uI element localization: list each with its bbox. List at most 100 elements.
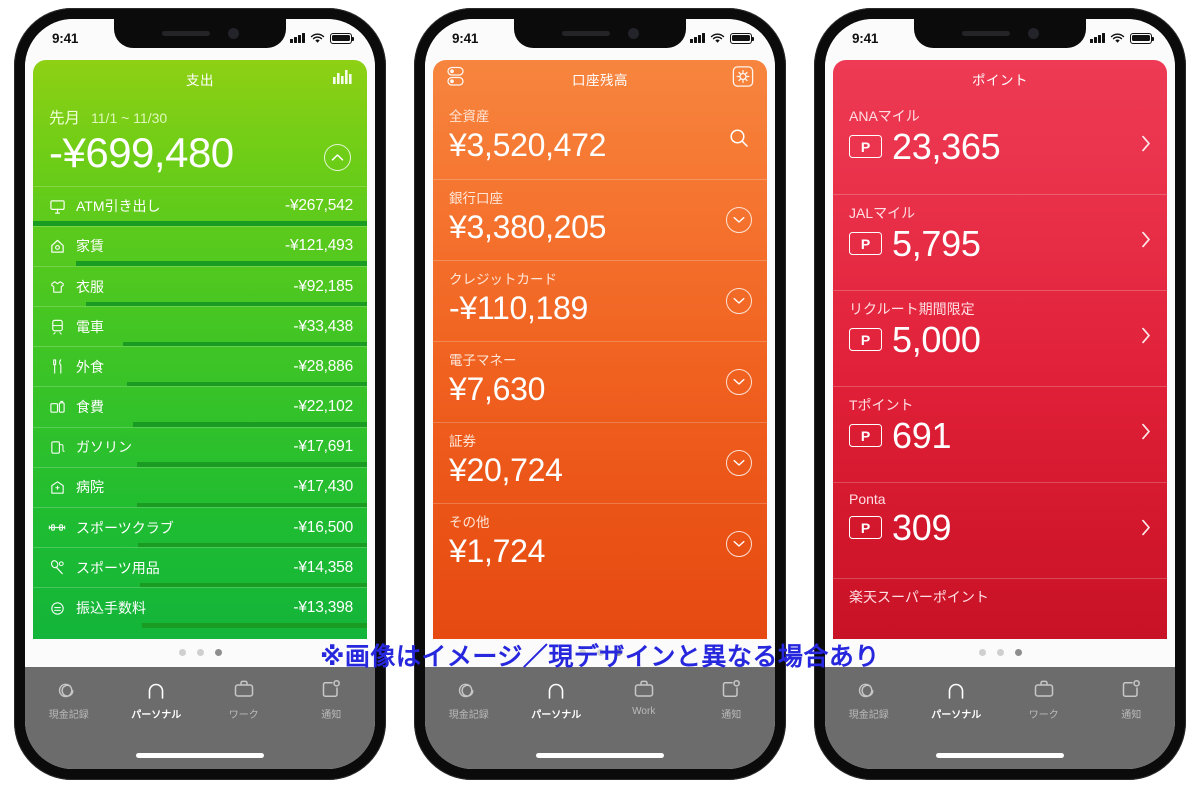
category-amount: -¥33,438 [293, 317, 353, 335]
list-item[interactable]: 全資産 ¥3,520,472 [433, 98, 767, 179]
expense-summary: 先月 11/1 ~ 11/30 -¥699,480 [33, 98, 367, 186]
account-amount: ¥20,724 [449, 451, 563, 488]
page-dot[interactable] [596, 649, 604, 656]
home-indicator[interactable] [136, 753, 264, 758]
search-icon[interactable] [726, 125, 752, 151]
tab-personal[interactable]: パーソナル [913, 676, 1001, 721]
list-item[interactable]: 証券 ¥20,724 [433, 421, 767, 503]
chevron-right-icon[interactable] [1141, 135, 1151, 157]
tab-bar[interactable]: 現金記録 パーソナル Work 通知 [425, 666, 776, 743]
list-item[interactable]: 電子マネー ¥7,630 [433, 340, 767, 422]
list-item[interactable]: クレジットカード -¥110,189 [433, 259, 767, 341]
chevron-down-icon [733, 297, 745, 304]
point-value: 5,000 [892, 318, 981, 360]
category-name: ガソリン [76, 439, 132, 456]
page-dot[interactable] [578, 649, 586, 656]
expense-card-header: 支出 [33, 60, 367, 98]
person-icon [545, 676, 567, 702]
tab-notifications[interactable]: 通知 [688, 676, 776, 721]
category-amount: -¥267,542 [284, 197, 353, 215]
tab-personal[interactable]: パーソナル [113, 676, 201, 721]
list-item[interactable]: Tポイント P 691 [833, 385, 1167, 482]
home-indicator[interactable] [936, 753, 1064, 758]
page-indicator[interactable] [425, 638, 775, 667]
tab-bar[interactable]: 現金記録 パーソナル ワーク 通知 [825, 666, 1176, 743]
earpiece-speaker [961, 30, 1010, 36]
chevron-right-icon[interactable] [1141, 327, 1151, 349]
tab-cash-record[interactable]: 現金記録 [825, 676, 913, 721]
list-item[interactable]: ANAマイル P 23,365 [833, 98, 1167, 194]
category-amount: -¥17,691 [293, 438, 353, 456]
list-item[interactable]: JALマイル P 5,795 [833, 193, 1167, 290]
tab-label: 通知 [321, 709, 342, 721]
three-phone-showcase: 9:41 支出 先月 11/1 ~ 11/30 -¥699,480 ATM引き出… [0, 0, 1200, 787]
home-indicator[interactable] [536, 753, 664, 758]
chevron-right-icon[interactable] [1141, 519, 1151, 541]
list-item[interactable]: リクルート期間限定 P 5,000 [833, 289, 1167, 386]
table-row[interactable]: 電車 -¥33,438 [33, 306, 367, 347]
page-indicator[interactable] [25, 638, 375, 667]
bar-chart-icon[interactable] [332, 68, 354, 90]
account-amount: ¥7,630 [449, 370, 546, 407]
page-indicator[interactable] [825, 638, 1175, 667]
category-name: ATM引き出し [76, 198, 161, 215]
page-dot-active[interactable] [214, 649, 222, 656]
table-row[interactable]: 外食 -¥28,886 [33, 346, 367, 387]
table-row[interactable]: 食費 -¥22,102 [33, 386, 367, 427]
chevron-right-icon[interactable] [1141, 423, 1151, 445]
table-row[interactable]: ATM引き出し -¥267,542 [33, 185, 367, 226]
balance-account-list[interactable]: 全資産 ¥3,520,472 銀行口座 ¥3,380,205 クレジットカード … [433, 98, 767, 639]
expand-account-button[interactable] [726, 530, 752, 557]
table-row[interactable]: 衣服 -¥92,185 [33, 265, 367, 307]
phone-balance: 9:41 口座残高 全資産 ¥3,520,472 銀行口座 ¥3,380,205… [414, 7, 786, 780]
account-label: 全資産 [449, 108, 490, 124]
phone-expense: 9:41 支出 先月 11/1 ~ 11/30 -¥699,480 ATM引き出… [14, 7, 386, 780]
earpiece-speaker [161, 30, 210, 36]
tab-bar[interactable]: 現金記録 パーソナル ワーク 通知 [25, 666, 376, 743]
point-badge-icon: P [849, 328, 882, 351]
page-dot[interactable] [978, 649, 986, 656]
expand-account-button[interactable] [726, 206, 752, 233]
tab-notifications[interactable]: 通知 [1088, 676, 1176, 721]
settings-gear-icon[interactable] [732, 65, 754, 92]
list-item[interactable]: 銀行口座 ¥3,380,205 [433, 178, 767, 260]
page-dot[interactable] [178, 649, 186, 656]
table-row[interactable]: スポーツ用品 -¥14,358 [33, 547, 367, 588]
category-amount: -¥17,430 [293, 478, 353, 496]
collapse-summary-button[interactable] [324, 143, 351, 171]
tab-cash-record[interactable]: 現金記録 [425, 676, 513, 721]
point-program-label: JALマイル [849, 204, 916, 221]
category-amount: -¥28,886 [293, 357, 353, 375]
table-row[interactable]: スポーツクラブ -¥16,500 [33, 507, 367, 548]
point-badge-icon: P [849, 424, 882, 447]
tab-work[interactable]: Work [600, 676, 688, 717]
table-row[interactable]: ガソリン -¥17,691 [33, 426, 367, 467]
expand-account-button[interactable] [726, 449, 752, 476]
list-item[interactable]: Ponta P 309 [833, 481, 1167, 578]
table-row[interactable]: 振込手数料 -¥13,398 [33, 587, 367, 628]
accounts-toggle-icon[interactable] [446, 65, 466, 92]
tab-work[interactable]: ワーク [1000, 676, 1088, 721]
chevron-right-icon[interactable] [1141, 231, 1151, 253]
expand-account-button[interactable] [726, 368, 752, 395]
expense-category-list[interactable]: ATM引き出し -¥267,542 家賃 -¥121,493 衣服 -¥92,1… [33, 185, 367, 639]
tab-work[interactable]: ワーク [200, 676, 288, 721]
points-card: ポイント ANAマイル P 23,365 JALマイル P 5,795 リクルー… [833, 59, 1167, 639]
list-item[interactable]: 楽天スーパーポイント [833, 577, 1167, 618]
page-dot[interactable] [996, 649, 1004, 656]
table-row[interactable]: 病院 -¥17,430 [33, 466, 367, 508]
page-dot[interactable] [196, 649, 204, 656]
page-dot-active[interactable] [614, 649, 622, 656]
point-badge-icon: P [849, 232, 882, 255]
expand-account-button[interactable] [726, 287, 752, 314]
tab-personal[interactable]: パーソナル [513, 676, 601, 721]
table-row[interactable]: 家賃 -¥121,493 [33, 225, 367, 266]
groceries-icon [46, 399, 68, 416]
tab-notifications[interactable]: 通知 [288, 676, 376, 721]
list-item[interactable]: その他 ¥1,724 [433, 502, 767, 584]
house-icon [46, 238, 68, 255]
points-list[interactable]: ANAマイル P 23,365 JALマイル P 5,795 リクルート期間限定… [833, 98, 1167, 639]
page-dot-active[interactable] [1014, 649, 1022, 656]
tab-cash-record[interactable]: 現金記録 [25, 676, 113, 721]
status-indicators [1090, 32, 1155, 44]
